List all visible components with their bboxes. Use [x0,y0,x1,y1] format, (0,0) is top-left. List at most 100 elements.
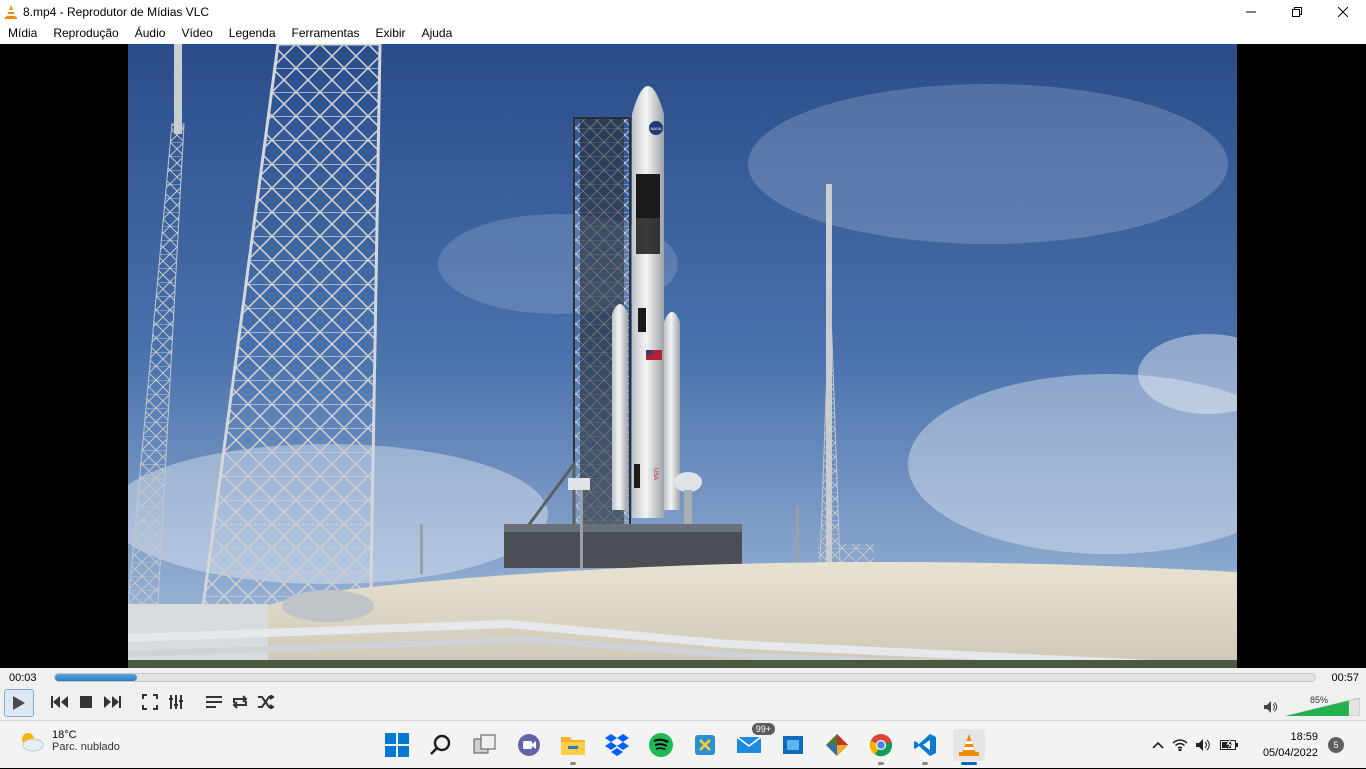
loop-button[interactable] [228,690,252,714]
taskbar: 18°C Parc. nublado 99+ 18:59 05/04/2022 … [0,720,1366,768]
dropbox-icon [605,734,629,756]
extended-settings-button[interactable] [164,690,188,714]
vlc-button[interactable] [953,729,985,765]
close-icon [1338,6,1348,17]
loop-icon [232,695,248,709]
mail-button[interactable]: 99+ [733,723,775,761]
play-button[interactable] [4,689,34,717]
menu-audio[interactable]: Áudio [127,23,174,44]
spotify-button[interactable] [645,729,677,761]
menu-help[interactable]: Ajuda [414,23,461,44]
chat-button[interactable] [513,729,545,761]
previous-button[interactable] [48,690,72,714]
total-time: 00:57 [1331,672,1359,684]
video-frame[interactable]: NASA USA [128,44,1237,668]
shuffle-icon [258,695,275,709]
clock-time: 18:59 [1290,731,1318,743]
equalizer-icon [169,695,183,709]
snipping-tool-icon [695,735,715,755]
snipping-tool-button[interactable] [689,729,721,761]
clock[interactable]: 18:59 05/04/2022 [1263,729,1318,761]
fullscreen-icon [142,694,158,710]
battery-status[interactable] [1216,739,1242,751]
playback-controls: 00:03 00:57 85% [0,668,1366,720]
chrome-button[interactable] [865,729,897,765]
git-icon [826,734,848,756]
skip-next-icon [104,696,121,708]
running-indicator [922,762,928,765]
partly-cloudy-icon [22,733,44,752]
weather-condition: Parc. nublado [52,741,120,753]
vscode-button[interactable] [909,729,941,765]
mail-badge: 99+ [751,723,775,735]
vscode-icon [914,734,936,756]
wifi-icon [1172,739,1188,751]
volume-slider[interactable] [1286,698,1360,716]
video-area[interactable]: NASA USA [0,44,1366,668]
usa-text: USA [652,468,658,480]
volume-icon [1196,739,1210,751]
menu-tools[interactable]: Ferramentas [284,23,368,44]
stop-icon [80,696,92,708]
restore-button[interactable] [1274,0,1320,23]
battery-charging-icon [1220,739,1238,751]
seek-bar-progress [55,674,137,681]
menu-video[interactable]: Vídeo [173,23,220,44]
running-indicator [570,762,576,765]
shuffle-button[interactable] [254,690,278,714]
chevron-up-icon [1152,741,1164,749]
active-indicator [961,762,977,765]
search-icon [430,734,451,755]
running-indicator [878,762,884,765]
title-bar: 8.mp4 - Reprodutor de Mídias VLC [0,0,1366,23]
window-title: 8.mp4 - Reprodutor de Mídias VLC [23,4,210,19]
menu-playback[interactable]: Reprodução [45,23,126,44]
nasa-logo: NASA [651,126,662,131]
show-hidden-icons-button[interactable] [1148,741,1168,749]
vlc-icon [959,734,979,756]
system-tray [1148,721,1242,769]
search-button[interactable] [425,729,457,761]
mute-button[interactable] [1262,698,1280,716]
next-button[interactable] [100,690,124,714]
play-icon [13,696,25,710]
clock-date: 05/04/2022 [1262,747,1318,759]
close-button[interactable] [1320,0,1366,23]
video-scene: NASA USA [128,44,1237,668]
chrome-icon [869,734,893,757]
dropbox-button[interactable] [601,729,633,761]
app-button[interactable] [777,729,809,761]
minimize-icon [1246,11,1256,12]
notification-badge[interactable]: 5 [1328,737,1344,753]
menu-bar: Mídia Reprodução Áudio Vídeo Legenda Fer… [0,23,1366,44]
spotify-icon [649,733,673,757]
task-view-icon [473,734,496,754]
minimize-button[interactable] [1228,0,1274,23]
speaker-icon [1264,701,1278,713]
vlc-cone-icon [5,4,17,19]
start-button[interactable] [381,729,413,761]
volume-status[interactable] [1192,739,1216,751]
playlist-icon [206,696,222,708]
vlc-window: 8.mp4 - Reprodutor de Mídias VLC Mídia R… [0,0,1366,720]
seek-bar[interactable] [54,673,1316,682]
git-button[interactable] [821,729,853,761]
wifi-status[interactable] [1168,739,1192,751]
menu-media[interactable]: Mídia [0,23,45,44]
weather-temperature: 18°C [52,729,77,741]
menu-view[interactable]: Exibir [368,23,414,44]
fullscreen-button[interactable] [138,690,162,714]
stop-button[interactable] [74,690,98,714]
playlist-button[interactable] [202,690,226,714]
restore-icon [1292,6,1302,17]
app-icon [783,736,803,754]
file-explorer-button[interactable] [557,729,589,765]
menu-subtitle[interactable]: Legenda [221,23,284,44]
mail-icon [737,736,761,753]
weather-widget[interactable]: 18°C Parc. nublado [18,729,120,753]
windows-start-icon [385,733,409,757]
skip-previous-icon [51,696,68,708]
teams-chat-icon [518,734,540,756]
task-view-button[interactable] [469,729,501,761]
window-controls [1228,0,1366,23]
